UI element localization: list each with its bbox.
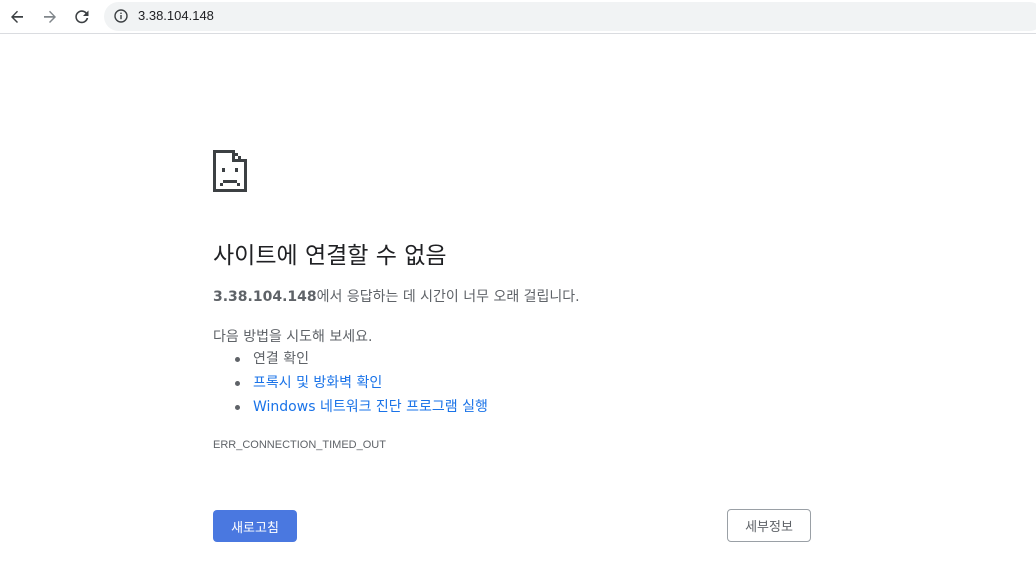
error-title: 사이트에 연결할 수 없음: [213, 243, 447, 269]
back-arrow-icon: [11, 10, 23, 23]
error-code: ERR_CONNECTION_TIMED_OUT: [213, 439, 386, 451]
reload-button[interactable]: 새로고침: [213, 510, 297, 542]
back-button[interactable]: [4, 4, 30, 30]
reload-icon: [75, 10, 89, 24]
bullet-dot: [235, 381, 240, 386]
suggestions-list: 연결 확인 프록시 및 방화벽 확인 Windows 네트워크 진단 프로그램 …: [213, 348, 488, 420]
suggestion-link-label[interactable]: Windows 네트워크 진단 프로그램 실행: [253, 399, 488, 415]
forward-button[interactable]: [37, 4, 63, 30]
suggestion-run-network-diagnostics[interactable]: Windows 네트워크 진단 프로그램 실행: [213, 396, 488, 420]
error-summary-text: 에서 응답하는 데 시간이 너무 오래 걸립니다.: [316, 289, 580, 305]
browser-toolbar: 3.38.104.148: [0, 0, 1036, 34]
suggestion-link-label[interactable]: 프록시 및 방화벽 확인: [253, 375, 382, 391]
suggestions-heading: 다음 방법을 시도해 보세요.: [213, 329, 373, 345]
url-text[interactable]: 3.38.104.148: [138, 8, 214, 23]
suggestion-check-proxy-firewall[interactable]: 프록시 및 방화벽 확인: [213, 372, 488, 396]
reload-page-button[interactable]: [69, 4, 95, 30]
bullet-dot: [235, 405, 240, 410]
suggestion-check-connection: 연결 확인: [213, 348, 488, 372]
suggestion-label: 연결 확인: [253, 351, 309, 367]
error-host: 3.38.104.148: [213, 289, 317, 305]
error-summary: 3.38.104.148에서 응답하는 데 시간이 너무 오래 걸립니다.: [213, 286, 580, 306]
sad-document-icon: [213, 150, 247, 192]
details-button[interactable]: 세부정보: [727, 509, 811, 542]
bullet-dot: [235, 357, 240, 362]
info-icon[interactable]: [114, 9, 128, 23]
address-bar[interactable]: 3.38.104.148: [104, 2, 1036, 31]
forward-arrow-icon: [44, 10, 56, 23]
